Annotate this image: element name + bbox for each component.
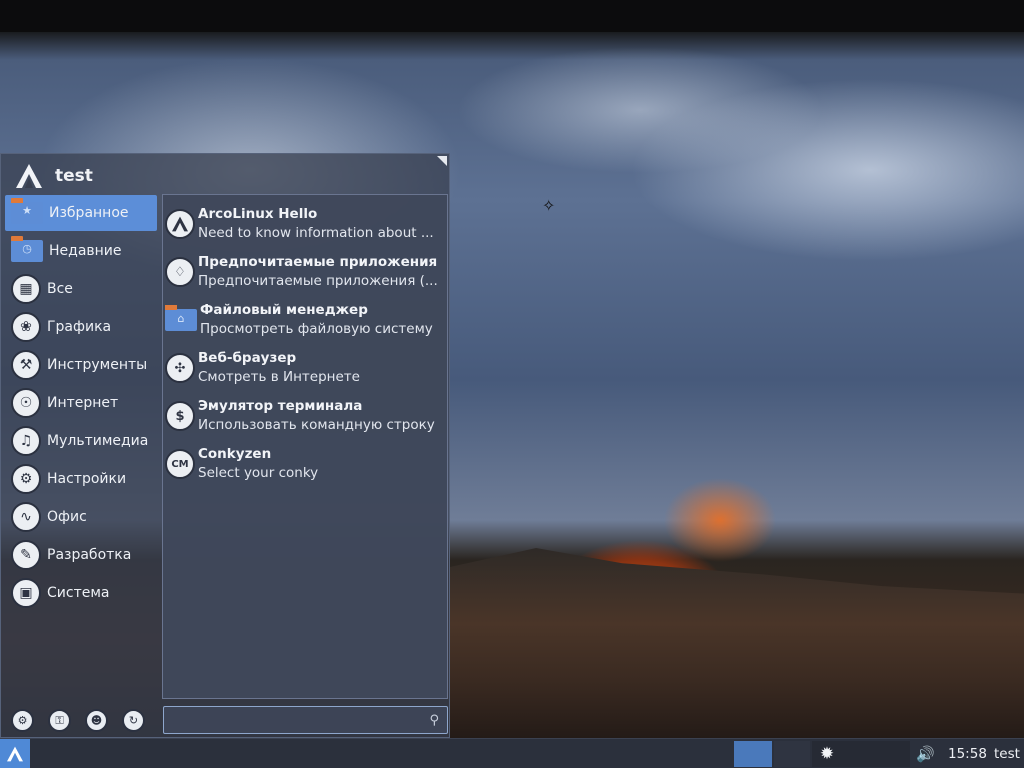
app-name: Эмулятор терминала — [198, 398, 363, 414]
category-graphics[interactable]: ❀ Графика — [5, 309, 157, 345]
search-icon[interactable]: ⚲ — [429, 713, 439, 728]
app-terminal-emulator[interactable]: $ Эмулятор терминала Использовать команд… — [165, 393, 447, 439]
category-label: Мультимедиа — [47, 433, 149, 449]
category-system[interactable]: ▣ Система — [5, 575, 157, 611]
arcolinux-logo-icon — [16, 164, 42, 188]
category-label: Инструменты — [47, 357, 148, 373]
switch-user-icon[interactable]: ☻ — [85, 709, 108, 732]
category-label: Все — [47, 281, 73, 297]
category-development[interactable]: ✎ Разработка — [5, 537, 157, 573]
all-apps-icon: ▦ — [11, 274, 41, 304]
category-label: Офис — [47, 509, 87, 525]
app-file-manager[interactable]: ⌂ Файловый менеджер Просмотреть файловую… — [165, 297, 447, 343]
app-description: Использовать командную строку — [198, 417, 435, 433]
arcolinux-logo-icon — [7, 746, 23, 762]
search-box: ⚲ — [163, 706, 448, 734]
app-name: Веб-браузер — [198, 350, 297, 366]
category-multimedia[interactable]: ♫ Мультимедиа — [5, 423, 157, 459]
system-icon: ▣ — [11, 578, 41, 608]
taskbar-user-name[interactable]: test — [994, 746, 1020, 762]
app-name: Предпочитаемые приложения — [198, 254, 438, 270]
category-label: Интернет — [47, 395, 119, 411]
menu-user-name: test — [55, 166, 93, 186]
settings-gear-icon[interactable]: ⚙ — [11, 709, 34, 732]
category-label: Недавние — [49, 243, 122, 259]
volume-icon[interactable]: 🔊 — [916, 745, 935, 763]
taskbar: ✹ 🔊 15:58 test — [0, 738, 1024, 768]
clock-folder-icon: ◷ — [11, 236, 43, 262]
taskbar-app-settings[interactable]: ✹ — [812, 741, 910, 767]
wallpaper-bird: ✧ — [542, 196, 556, 215]
app-description: Просмотреть файловую систему — [200, 321, 433, 337]
workspace-1[interactable] — [734, 741, 772, 767]
home-folder-icon: ⌂ — [165, 305, 197, 331]
app-description: Предпочитаемые приложения (... — [198, 273, 438, 289]
category-internet[interactable]: ☉ Интернет — [5, 385, 157, 421]
search-input[interactable] — [168, 710, 408, 730]
category-settings[interactable]: ⚙ Настройки — [5, 461, 157, 497]
app-name: Файловый менеджер — [200, 302, 368, 318]
diamond-icon: ♢ — [165, 257, 195, 287]
application-menu: test ★ Избранное ◷ Недавние ▦ Все ❀ Граф… — [0, 153, 450, 738]
star-folder-icon: ★ — [11, 198, 43, 224]
start-menu-button[interactable] — [0, 739, 30, 768]
category-all[interactable]: ▦ Все — [5, 271, 157, 307]
palette-icon: ❀ — [11, 312, 41, 342]
terminal-icon: $ — [165, 401, 195, 431]
workspace-2[interactable] — [774, 741, 810, 767]
menu-user-row: test — [15, 162, 93, 190]
category-recent[interactable]: ◷ Недавние — [5, 233, 157, 269]
app-preferred-applications[interactable]: ♢ Предпочитаемые приложения Предпочитаем… — [165, 249, 447, 295]
category-favorites[interactable]: ★ Избранное — [5, 195, 157, 231]
clock[interactable]: 15:58 — [948, 746, 987, 762]
chart-line-icon: ∿ — [11, 502, 41, 532]
app-description: Смотреть в Интернете — [198, 369, 360, 385]
toolbox-icon: ⚒ — [11, 350, 41, 380]
menu-resize-corner[interactable] — [437, 156, 447, 166]
app-arcolinux-hello[interactable]: ArcoLinux Hello Need to know information… — [165, 201, 447, 247]
gear-icon: ✹ — [819, 744, 835, 764]
app-conkyzen[interactable]: CM Conkyzen Select your conky — [165, 441, 447, 487]
app-list: ArcoLinux Hello Need to know information… — [162, 194, 448, 699]
app-description: Select your conky — [198, 465, 319, 481]
conky-icon: CM — [165, 449, 195, 479]
category-tools[interactable]: ⚒ Инструменты — [5, 347, 157, 383]
developer-icon: ✎ — [11, 540, 41, 570]
wallpaper-dark-band — [0, 0, 1024, 32]
compass-icon: ✣ — [165, 353, 195, 383]
session-actions: ⚙ ⚿ ☻ ↻ — [11, 709, 159, 732]
category-label: Система — [47, 585, 110, 601]
app-description: Need to know information about ... — [198, 225, 434, 241]
app-name: Conkyzen — [198, 446, 272, 462]
category-label: Разработка — [47, 547, 132, 563]
category-label: Графика — [47, 319, 112, 335]
music-note-icon: ♫ — [11, 426, 41, 456]
globe-icon: ☉ — [11, 388, 41, 418]
lock-icon[interactable]: ⚿ — [48, 709, 71, 732]
app-name: ArcoLinux Hello — [198, 206, 318, 222]
arcolinux-logo-icon — [165, 209, 195, 239]
category-label: Настройки — [47, 471, 127, 487]
category-list: ★ Избранное ◷ Недавние ▦ Все ❀ Графика ⚒… — [5, 195, 157, 613]
logout-icon[interactable]: ↻ — [122, 709, 145, 732]
category-label: Избранное — [49, 205, 129, 221]
app-web-browser[interactable]: ✣ Веб-браузер Смотреть в Интернете — [165, 345, 447, 391]
gear-icon: ⚙ — [11, 464, 41, 494]
category-office[interactable]: ∿ Офис — [5, 499, 157, 535]
